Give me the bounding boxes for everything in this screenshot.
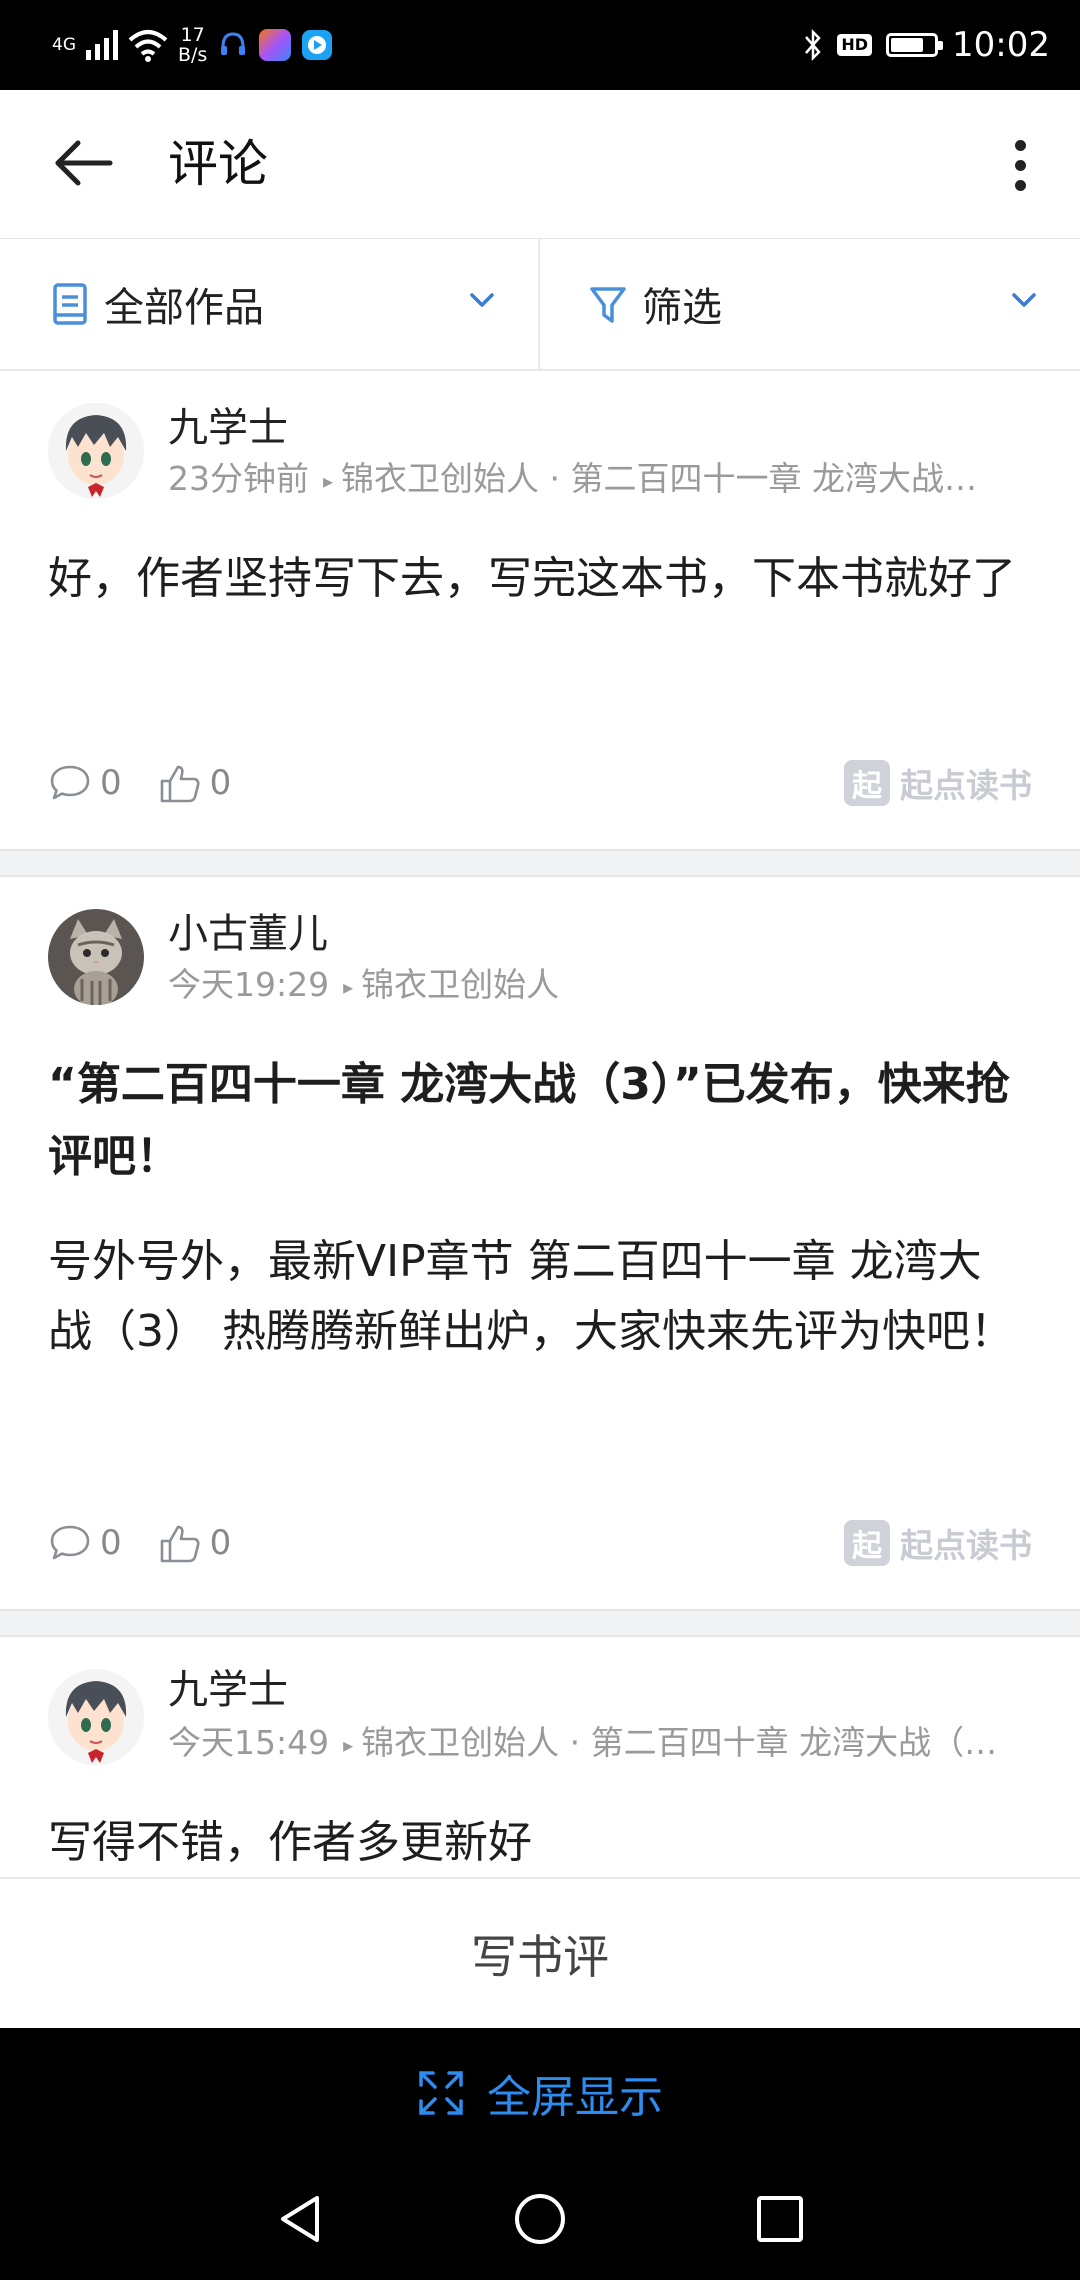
wifi-icon <box>128 30 168 62</box>
filter-dropdown[interactable]: 筛选 <box>540 239 1080 369</box>
comment-count: 0 <box>100 763 122 803</box>
post-time: 今天19:29 <box>168 965 330 1004</box>
video-app-icon <box>302 30 333 60</box>
write-review-bar: 写书评 <box>0 1877 1080 2029</box>
avatar[interactable] <box>48 1669 144 1765</box>
play-triangle-icon: ▸ <box>343 1732 354 1757</box>
book-link[interactable]: 锦衣卫创始人 · 第二百四十一章 龙湾大战… <box>341 459 977 498</box>
clock: 10:02 <box>952 25 1050 65</box>
qidian-logo-icon: 起 <box>844 1520 890 1566</box>
card-divider <box>0 849 1080 877</box>
comment-bubble-icon <box>50 765 90 800</box>
post-meta[interactable]: 今天15:49 ▸ 锦衣卫创始人 · 第二百四十章 龙湾大战（… <box>168 1721 1038 1767</box>
post-meta[interactable]: 今天19:29 ▸ 锦衣卫创始人 <box>168 963 1038 1009</box>
comment-button[interactable]: 0 <box>48 761 122 805</box>
review-actions: 0 0 <box>48 757 267 809</box>
write-review-button[interactable]: 写书评 <box>0 1879 1080 2029</box>
avatar[interactable] <box>48 909 144 1005</box>
like-button[interactable]: 0 <box>158 1521 232 1565</box>
book-link[interactable]: 锦衣卫创始人 <box>361 965 559 1004</box>
page-title: 评论 <box>168 135 268 193</box>
fullscreen-bar: 全屏显示 <box>0 2028 1080 2158</box>
qidian-logo-icon: 起 <box>844 760 890 806</box>
battery-icon <box>886 33 944 57</box>
anime-boy-avatar-icon <box>48 1669 144 1765</box>
source-tag: 起 起点读书 <box>844 1517 1032 1569</box>
book-icon <box>53 283 87 325</box>
thumbs-up-icon <box>160 1525 200 1563</box>
post-time: 23分钟前 <box>168 459 309 498</box>
username[interactable]: 小古董儿 <box>168 909 328 959</box>
comment-button[interactable]: 0 <box>48 1521 122 1565</box>
review-actions: 0 0 <box>48 1517 267 1569</box>
nav-back-icon[interactable] <box>265 2184 335 2254</box>
network-type: 4G <box>52 34 76 55</box>
source-label: 起点读书 <box>900 766 1032 805</box>
book-link[interactable]: 锦衣卫创始人 · 第二百四十章 龙湾大战（… <box>361 1723 997 1762</box>
back-arrow-icon[interactable] <box>50 130 116 196</box>
speed-unit: B/s <box>178 44 208 66</box>
status-left: 4G 17 B/s <box>52 18 333 72</box>
source-tag: 起 起点读书 <box>844 757 1032 809</box>
fullscreen-label: 全屏显示 <box>487 2072 663 2123</box>
funnel-icon <box>590 287 626 323</box>
anime-boy-avatar-icon <box>48 403 144 499</box>
review-card[interactable]: 九学士 23分钟前 ▸ 锦衣卫创始人 · 第二百四十一章 龙湾大战… 好，作者坚持写… <box>0 371 1080 849</box>
review-body[interactable]: 好，作者坚持写下去，写完这本书，下本书就好了 <box>48 545 1023 613</box>
more-options-icon[interactable] <box>990 130 1050 200</box>
fullscreen-button[interactable]: 全屏显示 <box>417 2061 663 2125</box>
network-speed: 17 B/s <box>178 25 207 65</box>
headset-notification-icon <box>221 32 246 55</box>
comment-count: 0 <box>100 1523 122 1563</box>
app-header: 评论 <box>0 90 1080 239</box>
play-triangle-icon: ▸ <box>343 974 354 999</box>
card-divider <box>0 1609 1080 1637</box>
works-dropdown-label: 全部作品 <box>104 285 264 331</box>
battery-level <box>891 38 924 52</box>
nav-recents-icon[interactable] <box>745 2184 815 2254</box>
bluetooth-icon <box>805 28 822 62</box>
kitten-avatar-icon <box>48 909 144 1005</box>
username[interactable]: 九学士 <box>168 1665 288 1715</box>
review-card[interactable]: 小古董儿 今天19:29 ▸ 锦衣卫创始人 “第二百四十一章 龙湾大战（3）”已发布… <box>0 877 1080 1609</box>
status-bar: 4G 17 B/s HD 10:02 <box>0 0 1080 90</box>
like-count: 0 <box>209 763 232 803</box>
username[interactable]: 九学士 <box>168 403 288 453</box>
source-label: 起点读书 <box>900 1526 1032 1565</box>
works-dropdown[interactable]: 全部作品 <box>0 239 540 369</box>
chevron-down-icon <box>1012 293 1036 307</box>
chevron-down-icon <box>470 293 494 307</box>
post-meta[interactable]: 23分钟前 ▸ 锦衣卫创始人 · 第二百四十一章 龙湾大战… <box>168 457 1038 503</box>
status-right: HD 10:02 <box>803 18 1050 72</box>
thumbs-up-icon <box>160 765 200 803</box>
signal-icon <box>86 30 118 60</box>
nav-home-icon[interactable] <box>505 2184 575 2254</box>
avatar[interactable] <box>48 403 144 499</box>
hd-badge: HD <box>837 34 873 56</box>
like-button[interactable]: 0 <box>158 761 232 805</box>
review-card[interactable]: 九学士 今天15:49 ▸ 锦衣卫创始人 · 第二百四十章 龙湾大战（… 写得不错，… <box>0 1637 1080 1877</box>
like-count: 0 <box>209 1523 232 1563</box>
speed-value: 17 <box>180 24 205 46</box>
post-time: 今天15:49 <box>168 1723 330 1762</box>
review-title[interactable]: “第二百四十一章 龙湾大战（3）”已发布，快来抢评吧！ <box>48 1049 1023 1193</box>
expand-icon <box>419 2071 463 2115</box>
system-nav-bar <box>0 2158 1080 2280</box>
review-body[interactable]: 号外号外，最新VIP章节 第二百四十一章 龙湾大战（3） 热腾腾新鲜出炉，大家快… <box>48 1227 1023 1367</box>
filter-dropdown-label: 筛选 <box>642 285 722 331</box>
review-body[interactable]: 写得不错，作者多更新好 <box>48 1809 1023 1877</box>
play-triangle-icon: ▸ <box>323 468 334 493</box>
app-notification-icon <box>259 29 292 61</box>
comment-bubble-icon <box>50 1525 90 1560</box>
filter-bar: 全部作品 筛选 <box>0 239 1080 371</box>
